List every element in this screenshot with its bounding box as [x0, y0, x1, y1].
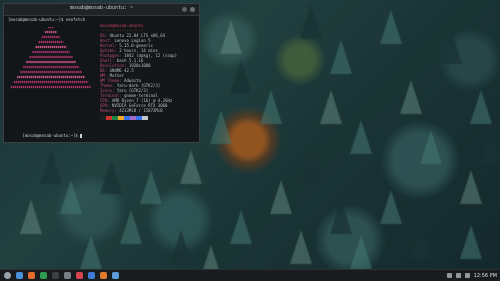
wallpaper-tree [40, 150, 62, 184]
prompt-text: [mosab@mosab-ubuntu:~]$ [22, 133, 81, 138]
wallpaper-tree [270, 180, 292, 214]
wallpaper-tree [330, 200, 352, 234]
wallpaper-tree [80, 235, 102, 269]
wallpaper-tree [100, 160, 122, 194]
wallpaper-tree [330, 40, 352, 74]
wallpaper-tree [290, 230, 312, 264]
settings-icon[interactable] [64, 272, 71, 279]
info-row: Memory: 4213MiB / 15872MiB [100, 108, 200, 113]
terminal-output[interactable]: [mosab@mosab-ubuntu:~]$ neofetch mosab@m… [8, 17, 195, 138]
wallpaper-tree [380, 190, 402, 224]
wallpaper-tree [140, 170, 162, 204]
wallpaper-tree [350, 235, 372, 269]
wallpaper-tree [320, 90, 342, 124]
network-icon[interactable] [446, 273, 452, 278]
color-palette [100, 116, 148, 120]
wallpaper-tree [440, 30, 462, 64]
wallpaper-tree [380, 10, 402, 44]
wallpaper-tree [470, 90, 492, 124]
wallpaper-tree [350, 120, 372, 154]
wallpaper-tree [200, 245, 222, 270]
taskbar: 12:56 PM [0, 269, 500, 281]
wallpaper-tree [420, 130, 442, 164]
system-info: mosab@mosab-ubuntu ------------------ OS: … [100, 23, 200, 113]
wallpaper-tree [480, 130, 500, 164]
wallpaper-tree [60, 180, 82, 214]
wallpaper-tree [260, 90, 282, 124]
system-tray: 12:56 PM [446, 271, 497, 280]
wallpaper-tree [20, 200, 42, 234]
store-icon[interactable] [100, 272, 107, 279]
editor-icon[interactable] [88, 272, 95, 279]
info-key: Memory: [100, 108, 117, 113]
wallpaper-tree [220, 20, 242, 54]
info-value: 4213MiB / 15872MiB [116, 108, 163, 113]
wallpaper-tree [410, 225, 432, 259]
wallpaper-tree [170, 230, 192, 264]
close-button[interactable] [190, 7, 195, 12]
wallpaper-tree [460, 170, 482, 204]
wallpaper-tree [180, 150, 202, 184]
wallpaper-tree [210, 110, 232, 144]
distro-ascii-logo [10, 27, 92, 89]
wallpaper-tree [230, 60, 252, 94]
palette-swatch [142, 116, 148, 120]
wallpaper-tree [300, 150, 322, 184]
files-icon[interactable] [16, 272, 23, 279]
window-title: mosab@mosab-ubuntu: ~ [69, 5, 134, 11]
music-icon[interactable] [76, 272, 83, 279]
command-prompt: [mosab@mosab-ubuntu:~]$ neofetch [8, 17, 86, 22]
volume-icon[interactable] [455, 273, 461, 278]
command-prompt-active[interactable]: [mosab@mosab-ubuntu:~]$ [8, 128, 83, 143]
battery-icon[interactable] [464, 273, 470, 278]
wallpaper-tree [120, 210, 142, 244]
browser-icon[interactable] [28, 272, 35, 279]
terminal-window[interactable]: mosab@mosab-ubuntu: ~ [mosab@mosab-ubunt… [3, 3, 200, 143]
wallpaper-tree [230, 210, 252, 244]
wallpaper-tree [460, 225, 482, 259]
terminal-titlebar[interactable]: mosab@mosab-ubuntu: ~ [4, 4, 199, 16]
app-launcher-icon[interactable] [4, 272, 11, 279]
clock[interactable]: 12:56 PM [474, 273, 497, 279]
minimize-button[interactable] [182, 7, 187, 12]
text-cursor [80, 134, 83, 138]
wallpaper-tree [300, 5, 322, 39]
mail-icon[interactable] [112, 272, 119, 279]
wallpaper-tree [400, 80, 422, 114]
chrome-icon[interactable] [40, 272, 47, 279]
terminal-icon[interactable] [52, 272, 59, 279]
